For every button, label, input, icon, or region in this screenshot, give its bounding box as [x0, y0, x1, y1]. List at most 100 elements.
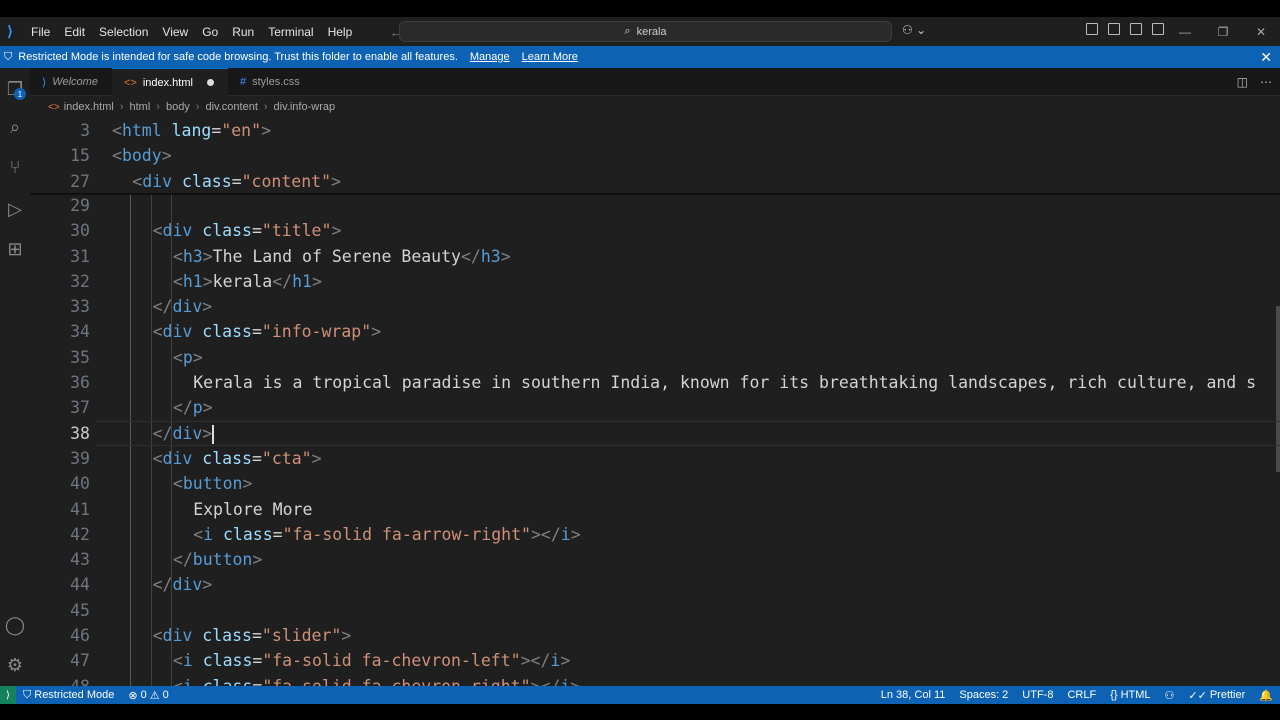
code-token: > — [261, 121, 271, 140]
sticky-scroll-line[interactable]: 15 <body> — [30, 143, 1280, 169]
gear-icon[interactable]: ⚙ — [4, 654, 26, 676]
code-token: h1 — [182, 271, 203, 291]
prettier-status[interactable]: ✓✓ Prettier — [1181, 689, 1252, 702]
code-text[interactable]: <div class="info-wrap"> — [153, 319, 382, 344]
code-line[interactable]: 33 </div> — [30, 294, 1280, 319]
code-line[interactable]: 32 <h1>kerala</h1> — [30, 269, 1280, 294]
code-line[interactable]: 36 Kerala is a tropical paradise in south… — [30, 370, 1280, 395]
account-icon[interactable]: ◯ — [4, 614, 26, 636]
code-text[interactable]: <div class="content"> — [132, 169, 341, 194]
code-text[interactable]: <i class="fa-solid fa-chevron-left"></i> — [173, 648, 570, 673]
double-check-icon: ✓✓ — [1188, 689, 1207, 702]
search-icon[interactable]: ⌕ — [4, 116, 26, 138]
code-line[interactable]: 40 <button> — [30, 471, 1280, 496]
code-text[interactable]: </div> — [153, 572, 213, 597]
code-text[interactable]: Kerala is a tropical paradise in souther… — [193, 370, 1256, 395]
minimize-icon[interactable]: — — [1166, 25, 1204, 39]
menu-selection[interactable]: Selection — [92, 25, 155, 39]
code-text[interactable]: <button> — [173, 471, 252, 496]
extensions-icon[interactable]: ⊞ — [4, 238, 26, 260]
manage-link[interactable]: Manage — [470, 51, 510, 63]
code-text[interactable]: <div class="slider"> — [153, 623, 352, 648]
code-text[interactable]: </button> — [173, 547, 262, 572]
code-line[interactable]: 38 </div> — [30, 421, 1280, 446]
tab-label: styles.css — [252, 76, 300, 88]
copilot-status-icon[interactable]: ⚇ — [1158, 689, 1182, 702]
menu-go[interactable]: Go — [195, 25, 225, 39]
menu-edit[interactable]: Edit — [57, 25, 92, 39]
code-line[interactable]: 41 Explore More — [30, 497, 1280, 522]
code-text[interactable]: <i class="fa-solid fa-chevron-right"></i… — [173, 674, 580, 686]
code-line[interactable]: 30 <div class="title"> — [30, 218, 1280, 243]
code-line[interactable]: 42 <i class="fa-solid fa-arrow-right"></i… — [30, 522, 1280, 547]
menu-file[interactable]: File — [24, 25, 57, 39]
problems-status[interactable]: ⊗ 0 ⚠ 0 — [121, 689, 175, 702]
notifications-icon[interactable]: 🔔 — [1252, 689, 1280, 702]
command-center-search[interactable]: ⌕ kerala — [399, 21, 892, 42]
learn-more-link[interactable]: Learn More — [522, 51, 578, 63]
close-icon[interactable]: ✕ — [1260, 49, 1272, 66]
menu-help[interactable]: Help — [321, 25, 360, 39]
indentation-status[interactable]: Spaces: 2 — [952, 689, 1015, 701]
code-line[interactable]: 45 — [30, 598, 1280, 623]
encoding-status[interactable]: UTF-8 — [1015, 689, 1060, 701]
menu-view[interactable]: View — [155, 25, 195, 39]
close-window-icon[interactable]: ✕ — [1242, 25, 1280, 39]
code-line[interactable]: 29 — [30, 193, 1280, 218]
restore-icon[interactable]: ❐ — [1204, 25, 1242, 39]
code-line[interactable]: 47 <i class="fa-solid fa-chevron-left"></… — [30, 648, 1280, 673]
tab-styles-css[interactable]: # styles.css — [228, 68, 314, 96]
sticky-scroll-line[interactable]: 3 <html lang="en"> — [30, 118, 1280, 144]
copilot-icon[interactable]: ⚇ ⌄ — [902, 23, 926, 37]
code-line[interactable]: 48<i class="fa-solid fa-chevron-right"><… — [30, 674, 1280, 686]
split-editor-icon[interactable]: ◫ — [1237, 75, 1248, 89]
customize-layout-icon[interactable] — [1086, 23, 1098, 35]
remote-icon[interactable]: ⟩ — [0, 686, 16, 704]
more-actions-icon[interactable]: ⋯ — [1260, 75, 1272, 89]
sticky-scroll-line[interactable]: 27 <div class="content"> — [30, 168, 1280, 194]
code-text[interactable]: </div> — [153, 294, 213, 319]
tab-welcome[interactable]: ⟩ Welcome — [30, 68, 112, 96]
code-text[interactable]: <i class="fa-solid fa-arrow-right"></i> — [193, 522, 580, 547]
code-token: > — [311, 448, 322, 468]
code-token: > — [252, 550, 263, 570]
eol-status[interactable]: CRLF — [1060, 689, 1103, 701]
toggle-panel-icon[interactable] — [1130, 23, 1142, 35]
breadcrumb-item[interactable]: div.info-wrap — [274, 101, 336, 113]
source-control-icon[interactable]: ⑂ — [4, 156, 26, 178]
code-line[interactable]: 44 </div> — [30, 572, 1280, 597]
code-token: body — [121, 146, 162, 166]
code-text[interactable]: <html lang="en"> — [112, 118, 271, 143]
code-text[interactable]: <p> — [173, 345, 203, 370]
toggle-sidebar-icon[interactable] — [1108, 23, 1120, 35]
code-line[interactable]: 31 <h3>The Land of Serene Beauty</h3> — [30, 244, 1280, 269]
toggle-secondary-sidebar-icon[interactable] — [1152, 23, 1164, 35]
menu-run[interactable]: Run — [225, 25, 261, 39]
code-line[interactable]: 43 </button> — [30, 547, 1280, 572]
code-text[interactable]: <div class="title"> — [153, 218, 342, 243]
cursor-position[interactable]: Ln 38, Col 11 — [874, 689, 953, 701]
code-text[interactable]: </div> — [153, 421, 215, 446]
code-line[interactable]: 35 <p> — [30, 345, 1280, 370]
breadcrumb-item[interactable]: div.content — [205, 101, 257, 113]
restricted-mode-status[interactable]: ⛉ Restricted Mode — [16, 689, 121, 702]
unsaved-dot-icon[interactable] — [206, 79, 214, 86]
code-line[interactable]: 46 <div class="slider"> — [30, 623, 1280, 648]
code-text[interactable]: Explore More — [193, 497, 312, 522]
breadcrumb-item[interactable]: html — [130, 101, 151, 113]
code-text[interactable]: <body> — [112, 143, 172, 168]
tab-index-html[interactable]: <> index.html — [111, 68, 228, 96]
code-editor[interactable]: 29 30 <div class="title"> 31 <h3>The Land of… — [30, 118, 1280, 686]
breadcrumb-item[interactable]: index.html — [64, 101, 114, 113]
menu-terminal[interactable]: Terminal — [261, 25, 320, 39]
code-text[interactable]: </p> — [173, 395, 213, 420]
code-line[interactable]: 34 <div class="info-wrap"> — [30, 319, 1280, 344]
code-line[interactable]: 39 <div class="cta"> — [30, 446, 1280, 471]
code-text[interactable]: <h1>kerala</h1> — [173, 269, 322, 294]
language-mode[interactable]: {} HTML — [1103, 689, 1157, 701]
code-text[interactable]: <div class="cta"> — [153, 446, 322, 471]
run-debug-icon[interactable]: ▷ — [4, 198, 26, 220]
code-text[interactable]: <h3>The Land of Serene Beauty</h3> — [173, 244, 511, 269]
breadcrumb-item[interactable]: body — [166, 101, 190, 113]
code-line[interactable]: 37 </p> — [30, 395, 1280, 420]
